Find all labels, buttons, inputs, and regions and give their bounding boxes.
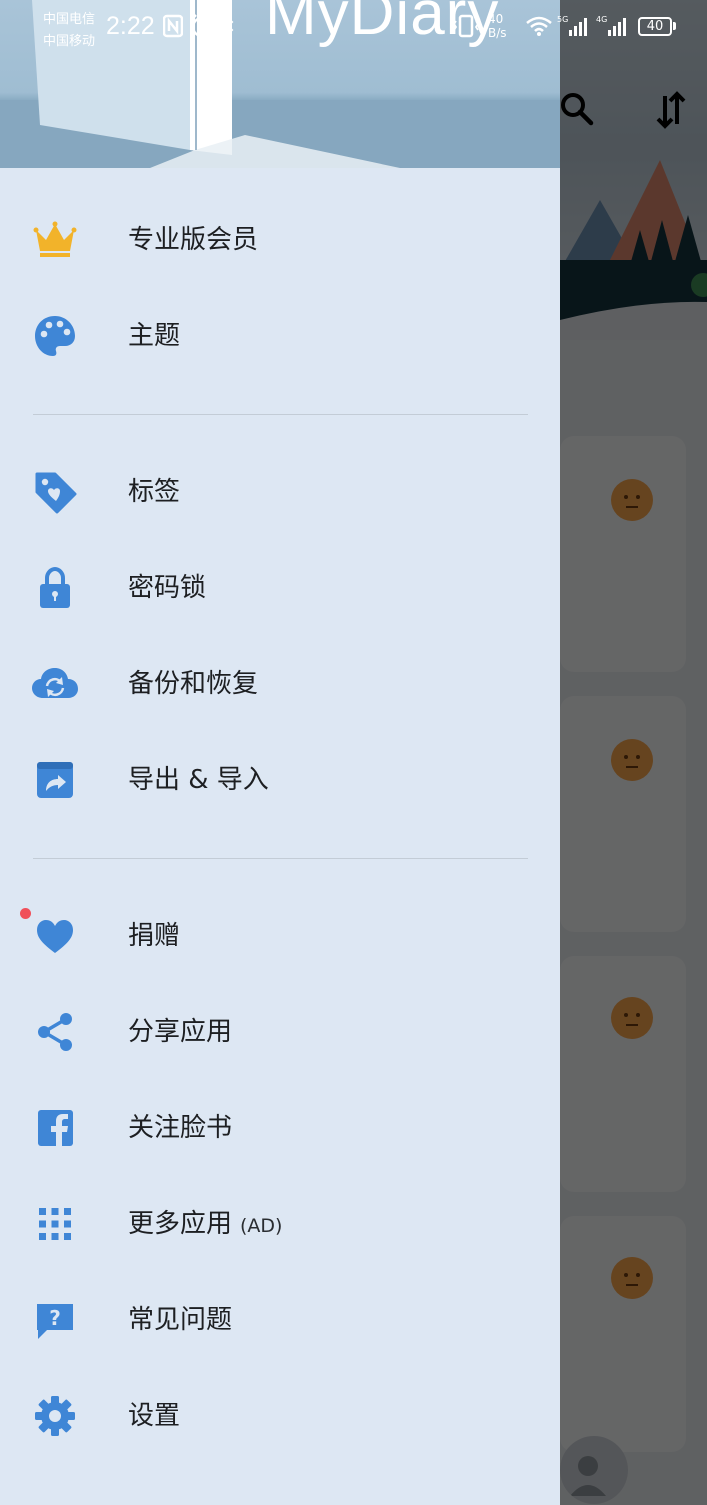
apps-grid-icon xyxy=(39,1208,71,1240)
menu-label: 专业版会员 xyxy=(128,225,259,255)
gear-icon xyxy=(35,1396,75,1436)
bluetooth-icon xyxy=(221,14,234,38)
menu-label: 更多应用 (AD) xyxy=(128,1184,282,1264)
menu-item-theme[interactable]: 主题 xyxy=(0,296,560,376)
menu-label: 设置 xyxy=(128,1401,181,1431)
menu-item-pro[interactable]: 专业版会员 xyxy=(0,200,560,280)
menu-label: 标签 xyxy=(128,477,181,507)
help-icon: ? xyxy=(37,1304,73,1339)
tag-icon xyxy=(35,472,77,514)
facebook-icon xyxy=(38,1110,73,1146)
menu-label: 导出 & 导入 xyxy=(128,765,269,795)
menu-item-tags[interactable]: 标签 xyxy=(0,452,560,532)
menu-label: 主题 xyxy=(128,321,181,351)
menu-label: 关注脸书 xyxy=(128,1113,233,1143)
ad-badge: (AD) xyxy=(240,1215,283,1237)
svg-text:?: ? xyxy=(49,1306,61,1330)
menu-item-backup[interactable]: 备份和恢复 xyxy=(0,644,560,724)
wifi-icon xyxy=(526,16,552,36)
carrier-label: 中国电信 xyxy=(43,12,96,27)
menu-label-text: 更多应用 xyxy=(128,1209,233,1239)
palette-icon xyxy=(35,316,75,356)
crown-icon xyxy=(33,221,77,257)
menu-item-export-import[interactable]: 导出 & 导入 xyxy=(0,740,560,820)
menu-item-settings[interactable]: 设置 xyxy=(0,1376,560,1456)
signal-icon: 4G xyxy=(596,15,626,36)
battery-indicator: 40 xyxy=(638,17,672,36)
menu-label: 密码锁 xyxy=(128,573,207,603)
status-time: 2:22 xyxy=(106,12,155,40)
menu-item-faq[interactable]: ? 常见问题 xyxy=(0,1280,560,1360)
menu-label: 捐赠 xyxy=(128,921,181,951)
menu-item-passcode[interactable]: 密码锁 xyxy=(0,548,560,628)
carrier-label: 中国移动 xyxy=(43,34,96,49)
menu-divider xyxy=(33,858,528,859)
status-bar: 中国电信 中国移动 2:22 40 B/s 5G 4G 40 xyxy=(0,0,707,56)
svg-text:4G: 4G xyxy=(596,15,607,24)
svg-text:5G: 5G xyxy=(557,15,568,24)
network-speed-value: 40 xyxy=(488,12,504,26)
network-speed-unit: B/s xyxy=(488,26,507,40)
alarm-icon xyxy=(191,14,213,38)
menu-item-share[interactable]: 分享应用 xyxy=(0,992,560,1072)
share-icon xyxy=(38,1013,72,1051)
menu-label: 备份和恢复 xyxy=(128,669,259,699)
vibrate-icon xyxy=(452,14,480,38)
menu-item-facebook[interactable]: 关注脸书 xyxy=(0,1088,560,1168)
navigation-drawer: MyDiary 专业版会员 主题 标签 密码锁 备份和恢复 导出 & 导入 捐赠… xyxy=(0,0,560,1505)
network-speed: 40 B/s xyxy=(488,12,522,40)
export-icon xyxy=(37,762,73,798)
heart-icon xyxy=(37,920,73,953)
nfc-icon xyxy=(163,14,183,38)
menu-label: 常见问题 xyxy=(128,1305,233,1335)
lock-icon xyxy=(40,566,70,608)
menu-label: 分享应用 xyxy=(128,1017,233,1047)
menu-item-donate[interactable]: 捐赠 xyxy=(0,896,560,976)
signal-icon: 5G xyxy=(557,15,587,36)
cloud-sync-icon xyxy=(32,668,78,698)
menu-item-more-apps[interactable]: 更多应用 (AD) xyxy=(0,1184,560,1264)
menu-divider xyxy=(33,414,528,415)
battery-cap xyxy=(673,22,676,30)
